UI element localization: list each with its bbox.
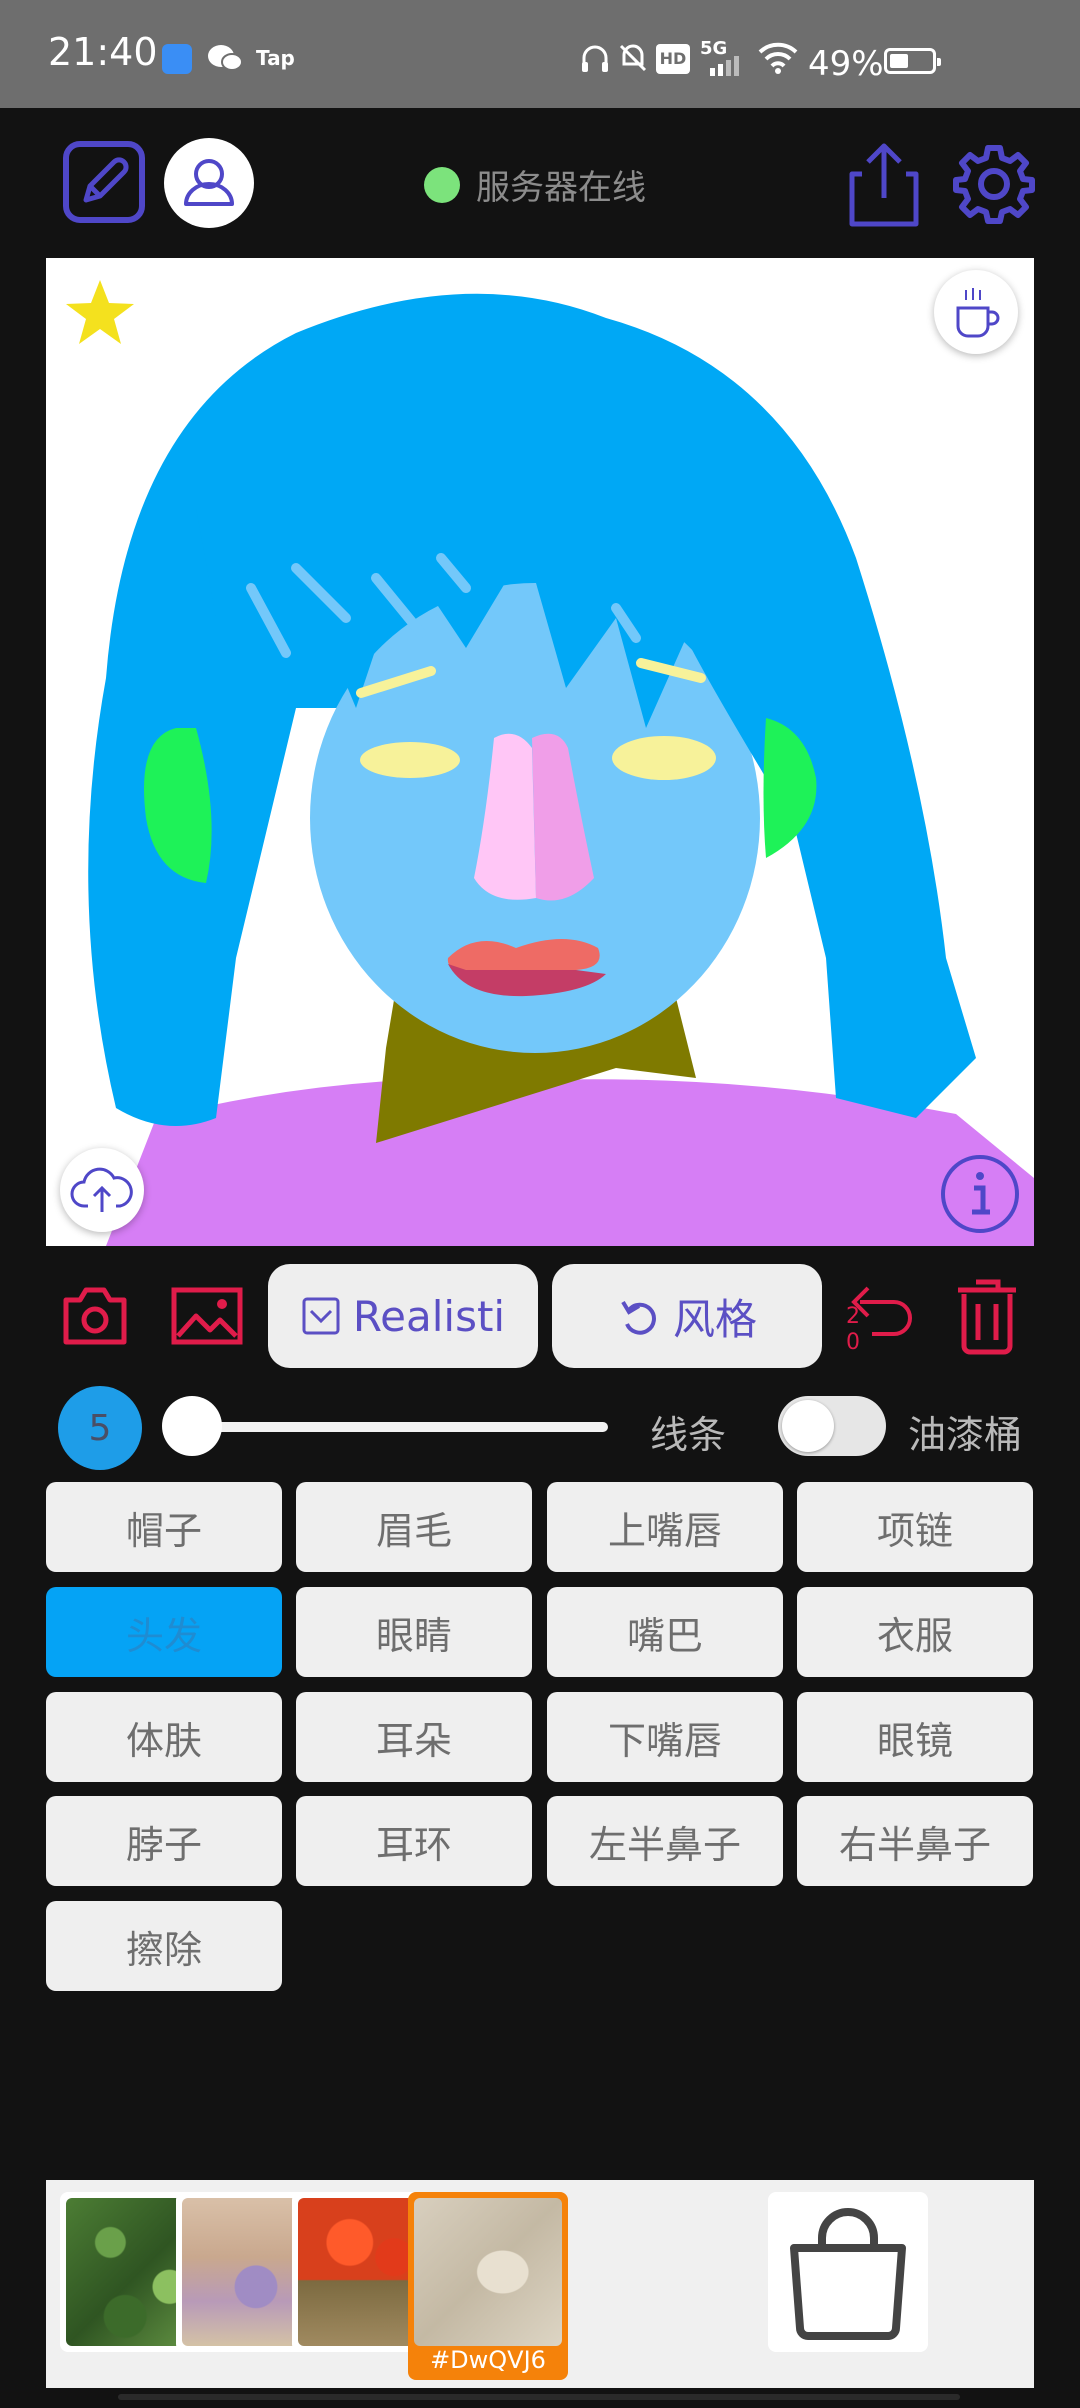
- line-mode-label: 线条: [650, 1413, 727, 1457]
- checkbox-icon: [302, 1297, 340, 1335]
- face-drawing: [88, 293, 1034, 1246]
- signal-icon: [710, 56, 739, 76]
- upload-button[interactable]: [60, 1148, 144, 1232]
- brush-size-slider-track[interactable]: [190, 1422, 608, 1432]
- part-button[interactable]: 耳朵: [296, 1692, 532, 1782]
- info-icon[interactable]: [938, 1152, 1022, 1236]
- part-button[interactable]: 眼镜: [797, 1692, 1033, 1782]
- battery-percent: 49%: [808, 44, 884, 84]
- camera-icon[interactable]: [60, 1284, 130, 1348]
- shop-button[interactable]: [768, 2192, 928, 2352]
- brush-size-slider-thumb[interactable]: [162, 1396, 222, 1456]
- hd-badge: HD: [656, 44, 690, 74]
- part-button[interactable]: 左半鼻子: [547, 1796, 783, 1886]
- coffee-button[interactable]: [934, 270, 1018, 354]
- part-button[interactable]: 帽子: [46, 1482, 282, 1572]
- right-eye: [612, 736, 716, 780]
- notification-app-icon: [162, 44, 192, 74]
- paint-bucket-label: 油漆桶: [908, 1413, 1023, 1457]
- paint-bucket-toggle[interactable]: [778, 1396, 886, 1456]
- undo-button[interactable]: 2 0: [842, 1276, 918, 1356]
- beige-sketch-style-image: [414, 2198, 562, 2346]
- settings-icon[interactable]: [952, 142, 1036, 226]
- style-button-label: 风格: [672, 1294, 757, 1344]
- part-button[interactable]: 右半鼻子: [797, 1796, 1033, 1886]
- gallery-icon[interactable]: [170, 1286, 244, 1346]
- cloud-upload-icon: [70, 1167, 133, 1212]
- part-button[interactable]: 眉毛: [296, 1482, 532, 1572]
- part-button[interactable]: 体肤: [46, 1692, 282, 1782]
- undo-count-bottom: 0: [846, 1330, 860, 1355]
- status-time: 21:40: [48, 30, 158, 74]
- style-thumbnail-strip: #DwQVJ6: [46, 2180, 1034, 2388]
- share-icon[interactable]: [848, 140, 920, 228]
- trash-icon[interactable]: [956, 1276, 1018, 1356]
- wechat-icon: [208, 45, 243, 71]
- style-button[interactable]: 风格: [552, 1264, 822, 1368]
- user-avatar-button[interactable]: [164, 138, 254, 228]
- part-button[interactable]: 擦除: [46, 1901, 282, 1991]
- server-status-dot: [424, 167, 460, 203]
- part-button[interactable]: 衣服: [797, 1587, 1033, 1677]
- brush-size-indicator: 5: [58, 1386, 142, 1470]
- part-button[interactable]: 脖子: [46, 1796, 282, 1886]
- style-thumbnail-selected[interactable]: #DwQVJ6: [408, 2192, 568, 2380]
- tap-app-icon: Tap: [256, 46, 295, 70]
- shopping-bag-icon: [790, 2208, 906, 2340]
- part-button[interactable]: 上嘴唇: [547, 1482, 783, 1572]
- part-button[interactable]: 下嘴唇: [547, 1692, 783, 1782]
- undo-count-top: 2: [846, 1304, 860, 1329]
- style-mode-toggle[interactable]: Realisti: [268, 1264, 538, 1368]
- wifi-icon: [758, 42, 798, 74]
- edit-icon[interactable]: [62, 140, 146, 224]
- coffee-cup-icon: [956, 288, 1000, 338]
- user-icon: [184, 159, 234, 206]
- part-button[interactable]: 眼睛: [296, 1587, 532, 1677]
- part-button[interactable]: 头发: [46, 1587, 282, 1677]
- server-status-label: 服务器在线: [476, 168, 646, 208]
- mute-bell-icon: [619, 44, 647, 72]
- favorite-star-icon[interactable]: [64, 278, 136, 348]
- part-button[interactable]: 嘴巴: [547, 1587, 783, 1677]
- drawing-canvas[interactable]: [46, 258, 1034, 1246]
- style-code-caption: #DwQVJ6: [430, 2346, 546, 2374]
- status-bar: 21:40 Tap HD 5G 49%: [0, 0, 1080, 108]
- part-button[interactable]: 耳环: [296, 1796, 532, 1886]
- part-button[interactable]: 项链: [797, 1482, 1033, 1572]
- refresh-icon: [621, 1300, 656, 1335]
- headphones-icon: [582, 45, 608, 72]
- left-eye: [360, 742, 460, 778]
- style-mode-label: Realisti: [352, 1291, 506, 1341]
- battery-icon: [884, 48, 941, 74]
- gesture-bar: [118, 2394, 960, 2400]
